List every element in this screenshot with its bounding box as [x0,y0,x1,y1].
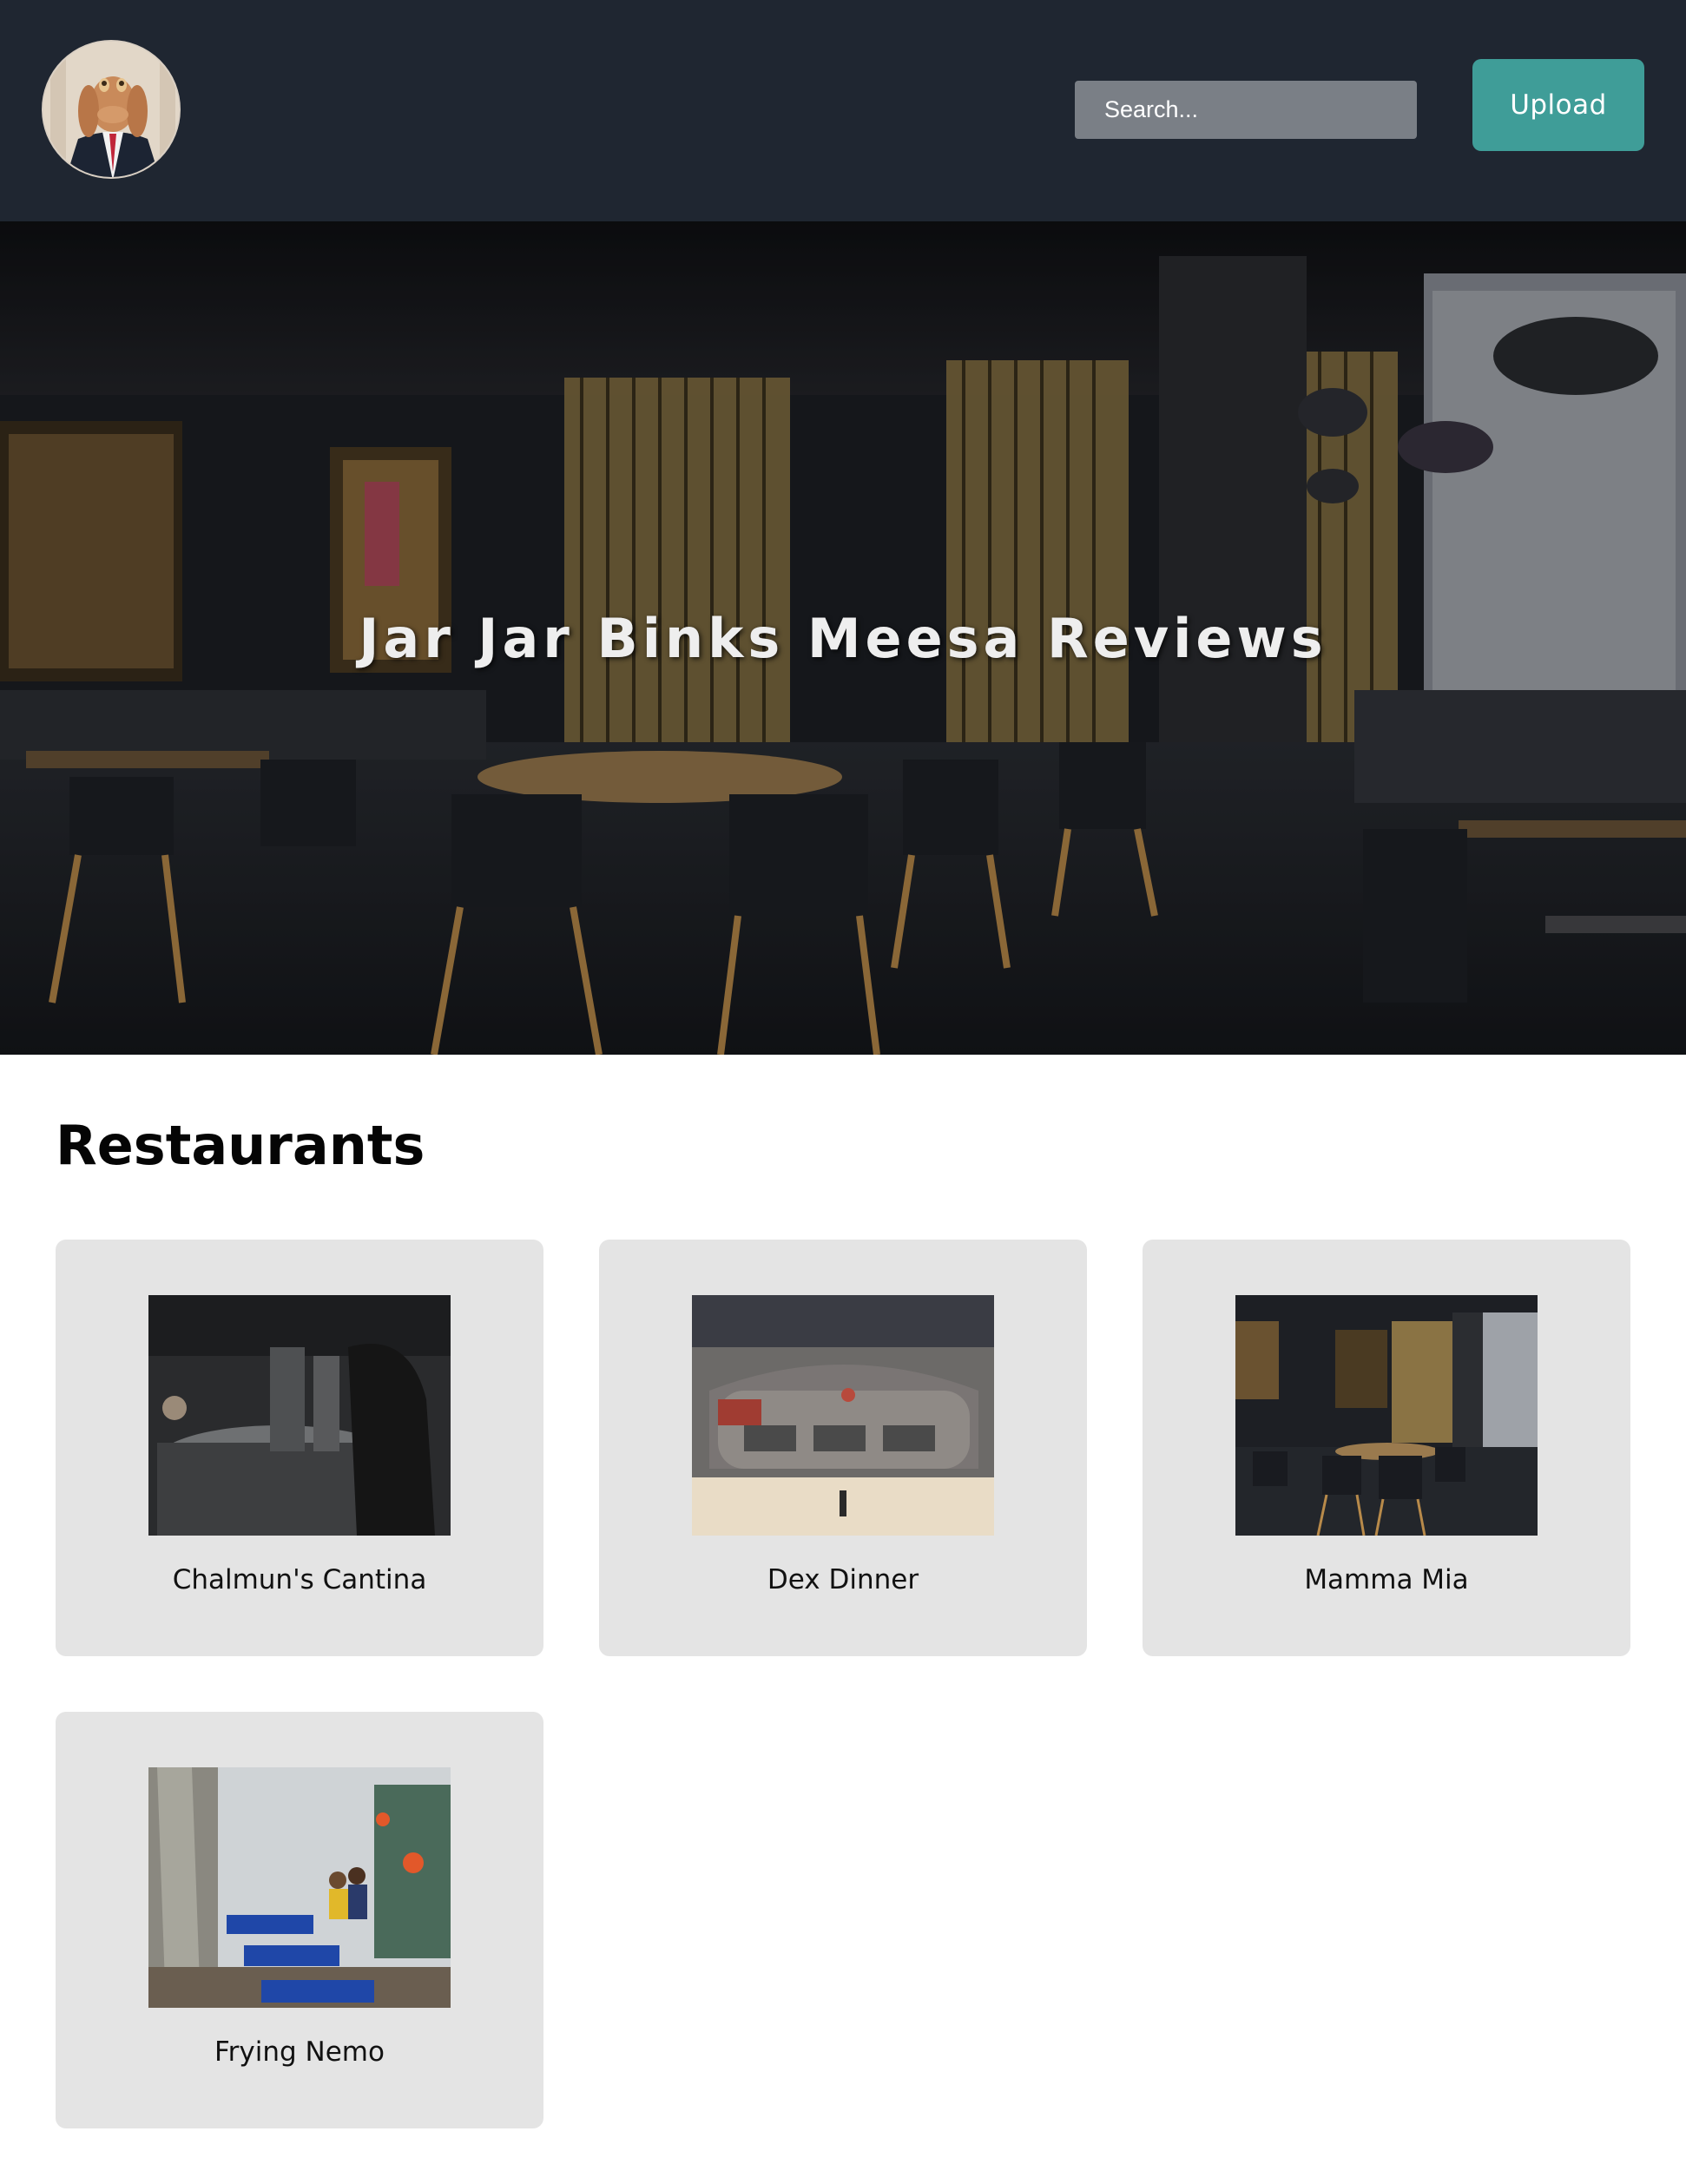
frying-nemo-image [148,1767,451,2008]
restaurant-name: Mamma Mia [1304,1564,1469,1595]
section-title: Restaurants [56,1114,425,1177]
restaurant-thumbnail [692,1295,994,1536]
restaurant-card[interactable]: Chalmun's Cantina [56,1240,543,1656]
restaurant-thumbnail [148,1767,451,2008]
hero-title: Jar Jar Binks Meesa Reviews [359,607,1327,670]
cantina-image [148,1295,451,1536]
avatar-image [43,42,179,177]
user-avatar[interactable] [42,40,181,179]
diner-image [692,1295,994,1536]
restaurant-thumbnail [1235,1295,1538,1536]
mamma-mia-image [1235,1295,1538,1536]
restaurant-card[interactable]: Dex Dinner [599,1240,1087,1656]
restaurant-name: Frying Nemo [214,2036,385,2068]
top-navbar: Upload [0,0,1686,221]
restaurant-thumbnail [148,1295,451,1536]
hero-banner: Jar Jar Binks Meesa Reviews [0,221,1686,1055]
restaurant-name: Chalmun's Cantina [172,1564,427,1595]
restaurant-card[interactable]: Frying Nemo [56,1712,543,2128]
search-input[interactable] [1075,81,1417,139]
restaurant-card[interactable]: Mamma Mia [1143,1240,1630,1656]
upload-button[interactable]: Upload [1472,59,1644,151]
restaurant-name: Dex Dinner [767,1564,919,1595]
